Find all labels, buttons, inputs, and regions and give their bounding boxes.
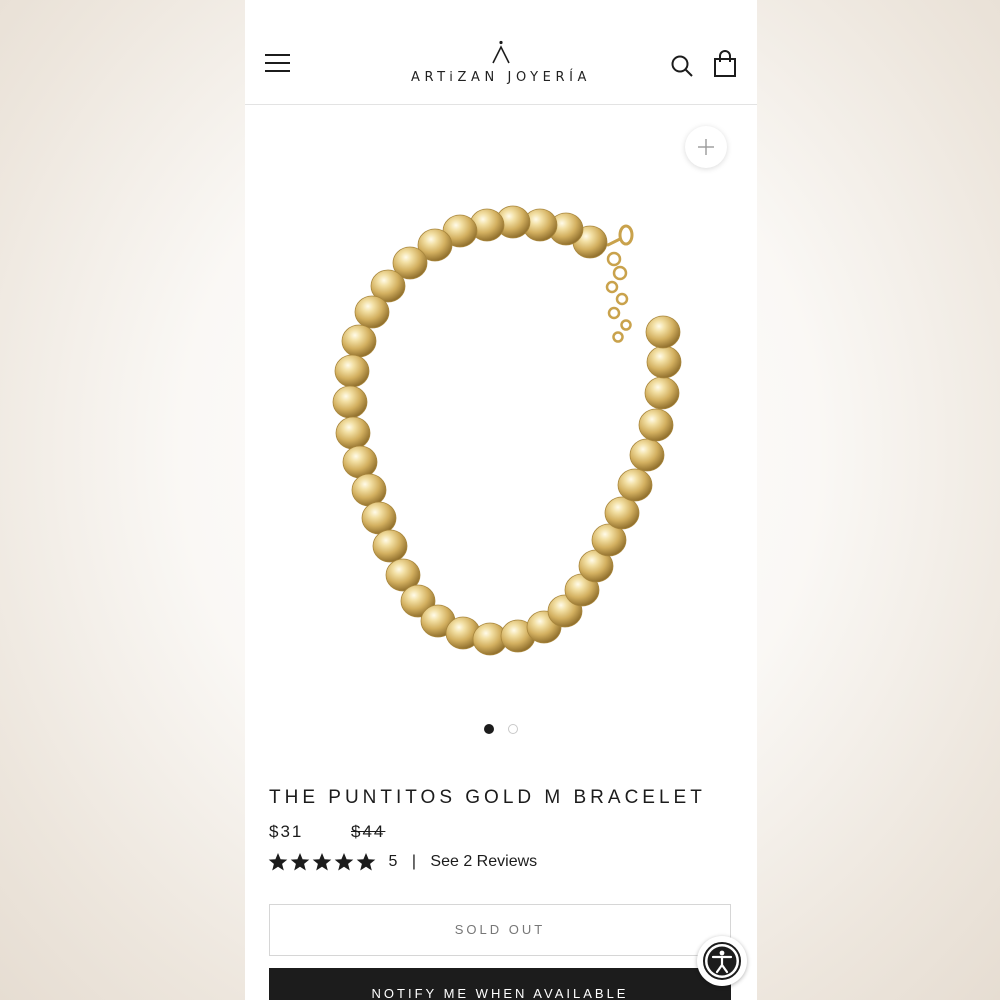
search-icon[interactable] [670, 54, 694, 78]
compare-at-price: $44 [351, 822, 386, 841]
see-reviews-link[interactable]: See 2 Reviews [430, 853, 537, 871]
rating-stars [268, 852, 378, 872]
bracelet-bead [351, 473, 387, 507]
bracelet-bead [361, 501, 397, 535]
bracelet-bead [372, 529, 408, 563]
star-icon [356, 853, 376, 871]
carousel-dot-2[interactable] [508, 724, 518, 734]
bracelet-bead [332, 385, 368, 419]
bracelet-bead [646, 345, 682, 379]
zoom-button[interactable] [685, 126, 727, 168]
bracelet-bead [638, 408, 674, 442]
phone-screen: ARTiZAN JOYERÍA THE PUNTITOS GOLD M BRAC… [245, 0, 757, 1000]
bracelet-bead [645, 315, 681, 349]
plus-icon [698, 139, 714, 155]
bracelet-bead [342, 445, 378, 479]
bracelet-image [332, 205, 682, 656]
sold-out-button: SOLD OUT [269, 904, 731, 956]
bracelet-bead [604, 496, 640, 530]
bracelet-bead [354, 295, 390, 329]
bracelet-bead [629, 438, 665, 472]
accessibility-icon [703, 942, 741, 980]
carousel-dots [245, 724, 757, 734]
sale-price: $31 [269, 822, 304, 841]
bracelet-bead [334, 354, 370, 388]
notify-me-button[interactable]: NOTIFY ME WHEN AVAILABLE [269, 968, 731, 1000]
bracelet-bead [335, 416, 371, 450]
star-icon [312, 853, 332, 871]
hamburger-menu-icon[interactable] [265, 52, 293, 74]
star-icon [268, 853, 288, 871]
brand-name: ARTiZAN JOYERÍA [410, 70, 592, 85]
bracelet-bead [644, 376, 680, 410]
rating-row: 5 | See 2 Reviews [268, 852, 537, 876]
product-title: THE PUNTITOS GOLD M BRACELET [269, 787, 706, 808]
shopping-bag-icon[interactable] [713, 50, 737, 78]
star-icon [290, 853, 310, 871]
carousel-dot-1[interactable] [484, 724, 494, 734]
rating-value: 5 [388, 853, 398, 870]
product-gallery[interactable] [245, 105, 757, 745]
rating-separator: | [411, 853, 416, 870]
bracelet-bead [341, 324, 377, 358]
accessibility-button[interactable] [697, 936, 747, 986]
logo-mark-icon [492, 40, 510, 64]
bracelet-bead [617, 468, 653, 502]
site-header: ARTiZAN JOYERÍA [245, 0, 757, 105]
brand-logo[interactable]: ARTiZAN JOYERÍA [385, 40, 617, 90]
star-icon [334, 853, 354, 871]
